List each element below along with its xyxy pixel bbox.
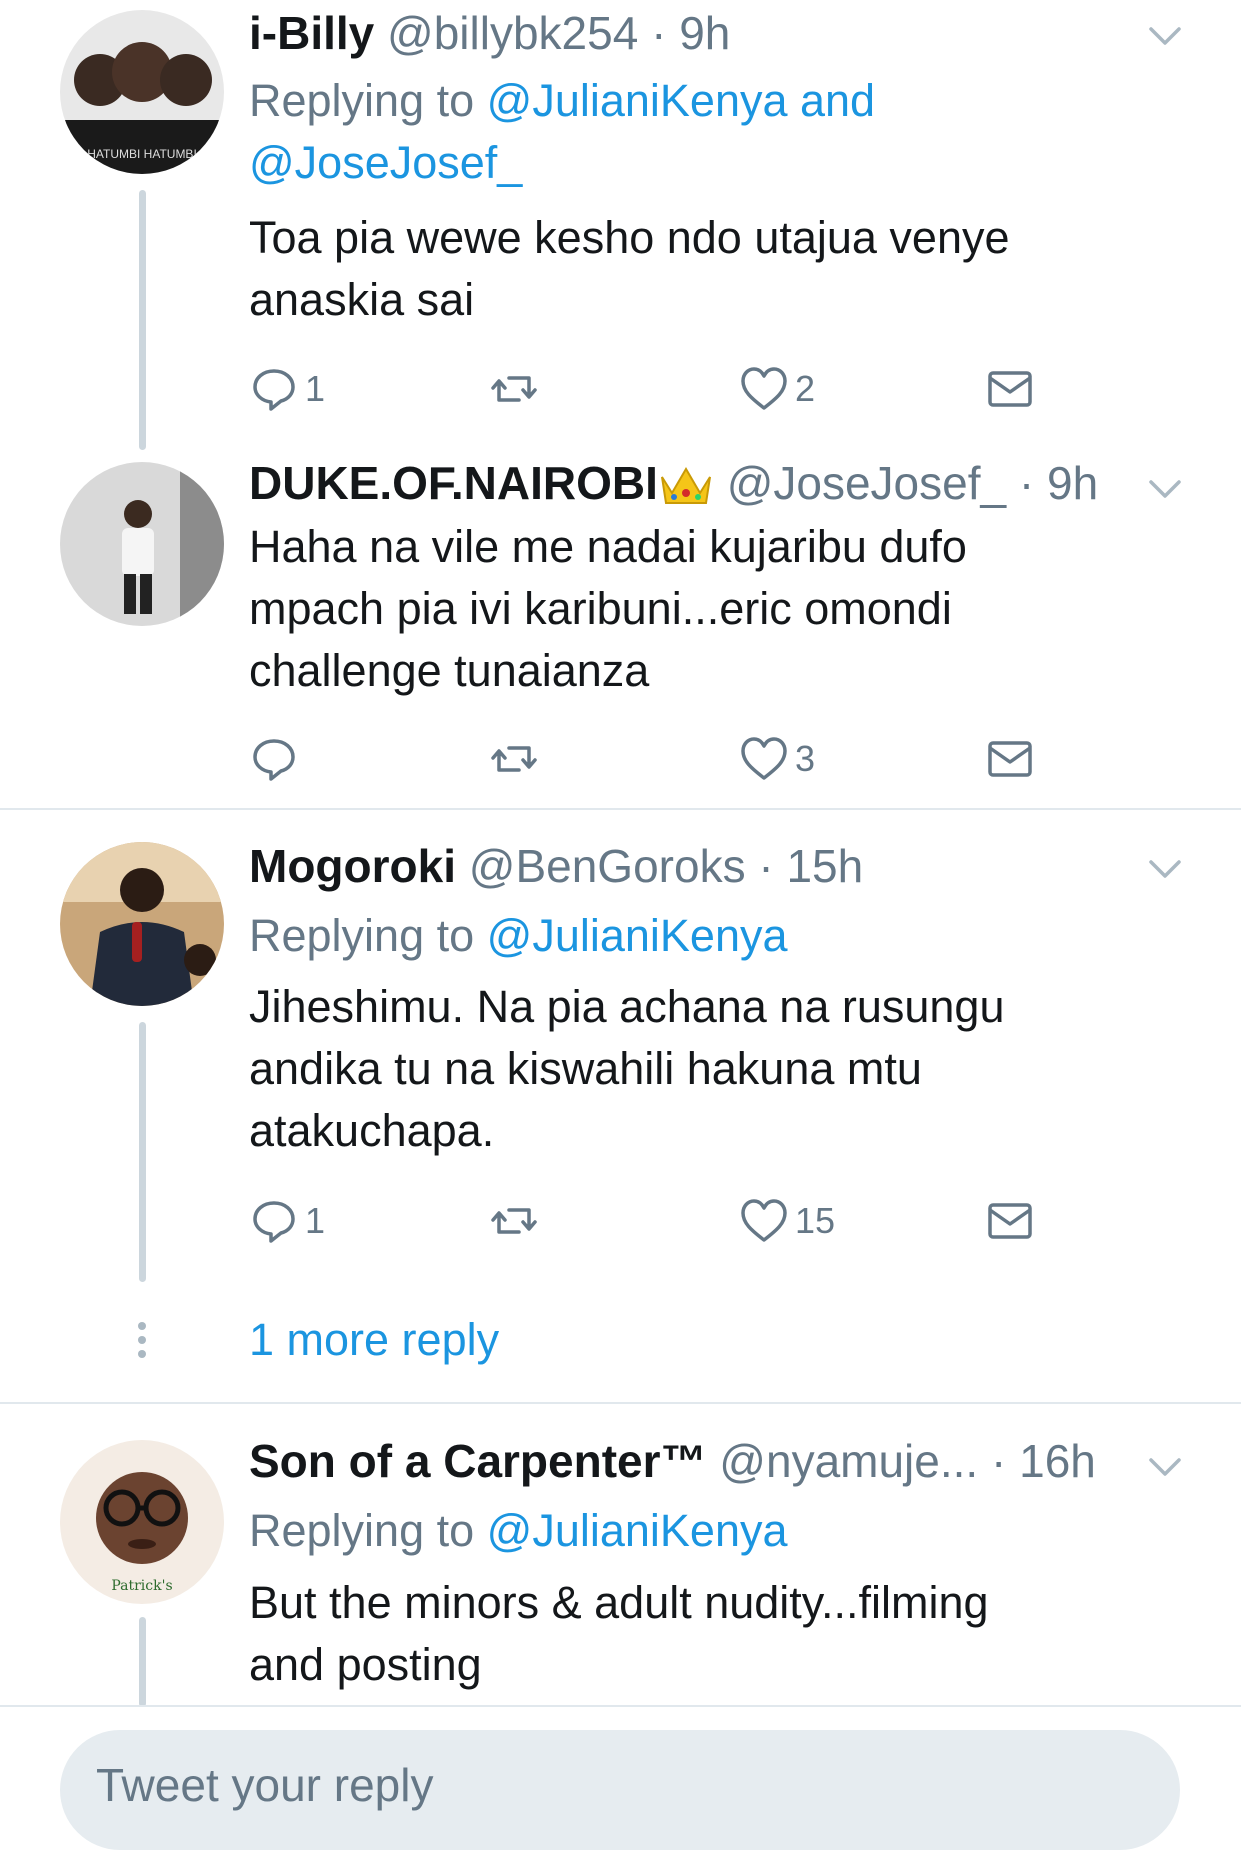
timestamp[interactable]: 15h bbox=[786, 840, 863, 892]
handle[interactable]: @billybk254 bbox=[387, 7, 638, 59]
like-count: 3 bbox=[795, 738, 816, 779]
svg-text:Patrick's: Patrick's bbox=[111, 1578, 172, 1594]
like-icon bbox=[741, 367, 787, 410]
replying-to: Replying to @JulianiKenya bbox=[249, 1505, 788, 1556]
handle[interactable]: @nyamuje... bbox=[719, 1435, 978, 1487]
crown-emoji-icon bbox=[660, 466, 711, 504]
tweet-text: But the minors & adult nudity...filming … bbox=[249, 1577, 989, 1690]
thread-line bbox=[139, 1022, 146, 1282]
retweet-icon bbox=[491, 746, 537, 772]
chevron-down-icon[interactable] bbox=[1145, 15, 1185, 55]
chevron-down-icon[interactable] bbox=[1145, 848, 1185, 888]
replying-to-link[interactable]: @JulianiKenya bbox=[487, 1505, 788, 1556]
reply-button[interactable] bbox=[249, 734, 305, 784]
chevron-down-icon[interactable] bbox=[1145, 468, 1185, 508]
tweet-header: DUKE.OF.NAIROBI @JoseJosef_ · 9h bbox=[249, 457, 1099, 509]
replying-to-link[interactable]: @JulianiKenya and bbox=[487, 75, 875, 126]
divider bbox=[0, 1402, 1241, 1404]
tweet-actions: 1 15 bbox=[249, 1196, 1049, 1246]
display-name[interactable]: DUKE.OF.NAIROBI bbox=[249, 457, 658, 509]
like-button[interactable]: 15 bbox=[739, 1196, 835, 1246]
tweet-text: Toa pia wewe kesho ndo utajua venye anas… bbox=[249, 212, 1010, 325]
replying-to: Replying to @JulianiKenya bbox=[249, 910, 788, 961]
display-name[interactable]: Mogoroki bbox=[249, 840, 456, 892]
like-button[interactable]: 2 bbox=[739, 364, 815, 414]
reply-icon bbox=[253, 739, 295, 781]
handle[interactable]: @JoseJosef_ bbox=[727, 457, 1006, 509]
reply-count: 1 bbox=[305, 1200, 326, 1241]
message-icon bbox=[988, 371, 1032, 407]
replying-to: Replying to @JulianiKenya and @JoseJosef… bbox=[249, 75, 876, 188]
tweet-header: Mogoroki @BenGoroks · 15h bbox=[249, 840, 864, 892]
tweet-text: Haha na vile me nadai kujaribu dufo mpac… bbox=[249, 521, 967, 696]
display-name[interactable]: i-Billy bbox=[249, 7, 374, 59]
reply-icon bbox=[253, 369, 295, 411]
thread-line bbox=[139, 1617, 146, 1707]
retweet-button[interactable] bbox=[489, 364, 539, 414]
display-name[interactable]: Son of a Carpenter™ bbox=[249, 1435, 707, 1487]
avatar[interactable] bbox=[60, 462, 224, 626]
tweet-actions: 1 2 bbox=[249, 364, 1049, 414]
composer-placeholder[interactable]: Tweet your reply bbox=[96, 1758, 433, 1812]
more-replies-dots bbox=[136, 1322, 148, 1364]
message-button[interactable] bbox=[985, 364, 1035, 414]
like-icon bbox=[741, 737, 787, 780]
timestamp[interactable]: 9h bbox=[679, 7, 730, 59]
message-icon bbox=[988, 1203, 1032, 1239]
reply-button[interactable]: 1 bbox=[249, 1196, 325, 1246]
more-replies-link[interactable]: 1 more reply bbox=[249, 1312, 499, 1368]
thread-line bbox=[139, 190, 146, 450]
reply-icon bbox=[253, 1201, 295, 1243]
tweet-text: Jiheshimu. Na pia achana na rusungu andi… bbox=[249, 981, 1005, 1156]
retweet-button[interactable] bbox=[489, 1196, 539, 1246]
avatar[interactable]: HATUMBI HATUMBI bbox=[60, 10, 224, 174]
avatar[interactable]: Patrick's bbox=[60, 1440, 224, 1604]
reply-button[interactable]: 1 bbox=[249, 364, 325, 414]
reply-composer[interactable]: Tweet your reply bbox=[60, 1730, 1180, 1850]
divider bbox=[0, 1705, 1241, 1707]
like-count: 15 bbox=[795, 1200, 836, 1241]
replying-to-link[interactable]: @JoseJosef_ bbox=[249, 137, 522, 188]
message-button[interactable] bbox=[985, 734, 1035, 784]
tweet-header: i-Billy @billybk254 · 9h bbox=[249, 7, 731, 59]
tweet-header: Son of a Carpenter™ @nyamuje... · 16h bbox=[249, 1435, 1096, 1487]
avatar[interactable] bbox=[60, 842, 224, 1006]
replying-to-link[interactable]: @JulianiKenya bbox=[487, 910, 788, 961]
retweet-icon bbox=[491, 1208, 537, 1234]
reply-count: 1 bbox=[305, 368, 326, 409]
svg-text:HATUMBI HATUMBI: HATUMBI HATUMBI bbox=[87, 147, 197, 161]
retweet-button[interactable] bbox=[489, 734, 539, 784]
retweet-icon bbox=[491, 376, 537, 402]
like-icon bbox=[741, 1199, 787, 1242]
chevron-down-icon[interactable] bbox=[1145, 1446, 1185, 1486]
message-button[interactable] bbox=[985, 1196, 1035, 1246]
like-count: 2 bbox=[795, 368, 816, 409]
timestamp[interactable]: 16h bbox=[1019, 1435, 1096, 1487]
handle[interactable]: @BenGoroks bbox=[469, 840, 746, 892]
message-icon bbox=[988, 741, 1032, 777]
like-button[interactable]: 3 bbox=[739, 734, 815, 784]
timestamp[interactable]: 9h bbox=[1047, 457, 1098, 509]
tweet-actions: 3 bbox=[249, 734, 1049, 784]
divider bbox=[0, 808, 1241, 810]
